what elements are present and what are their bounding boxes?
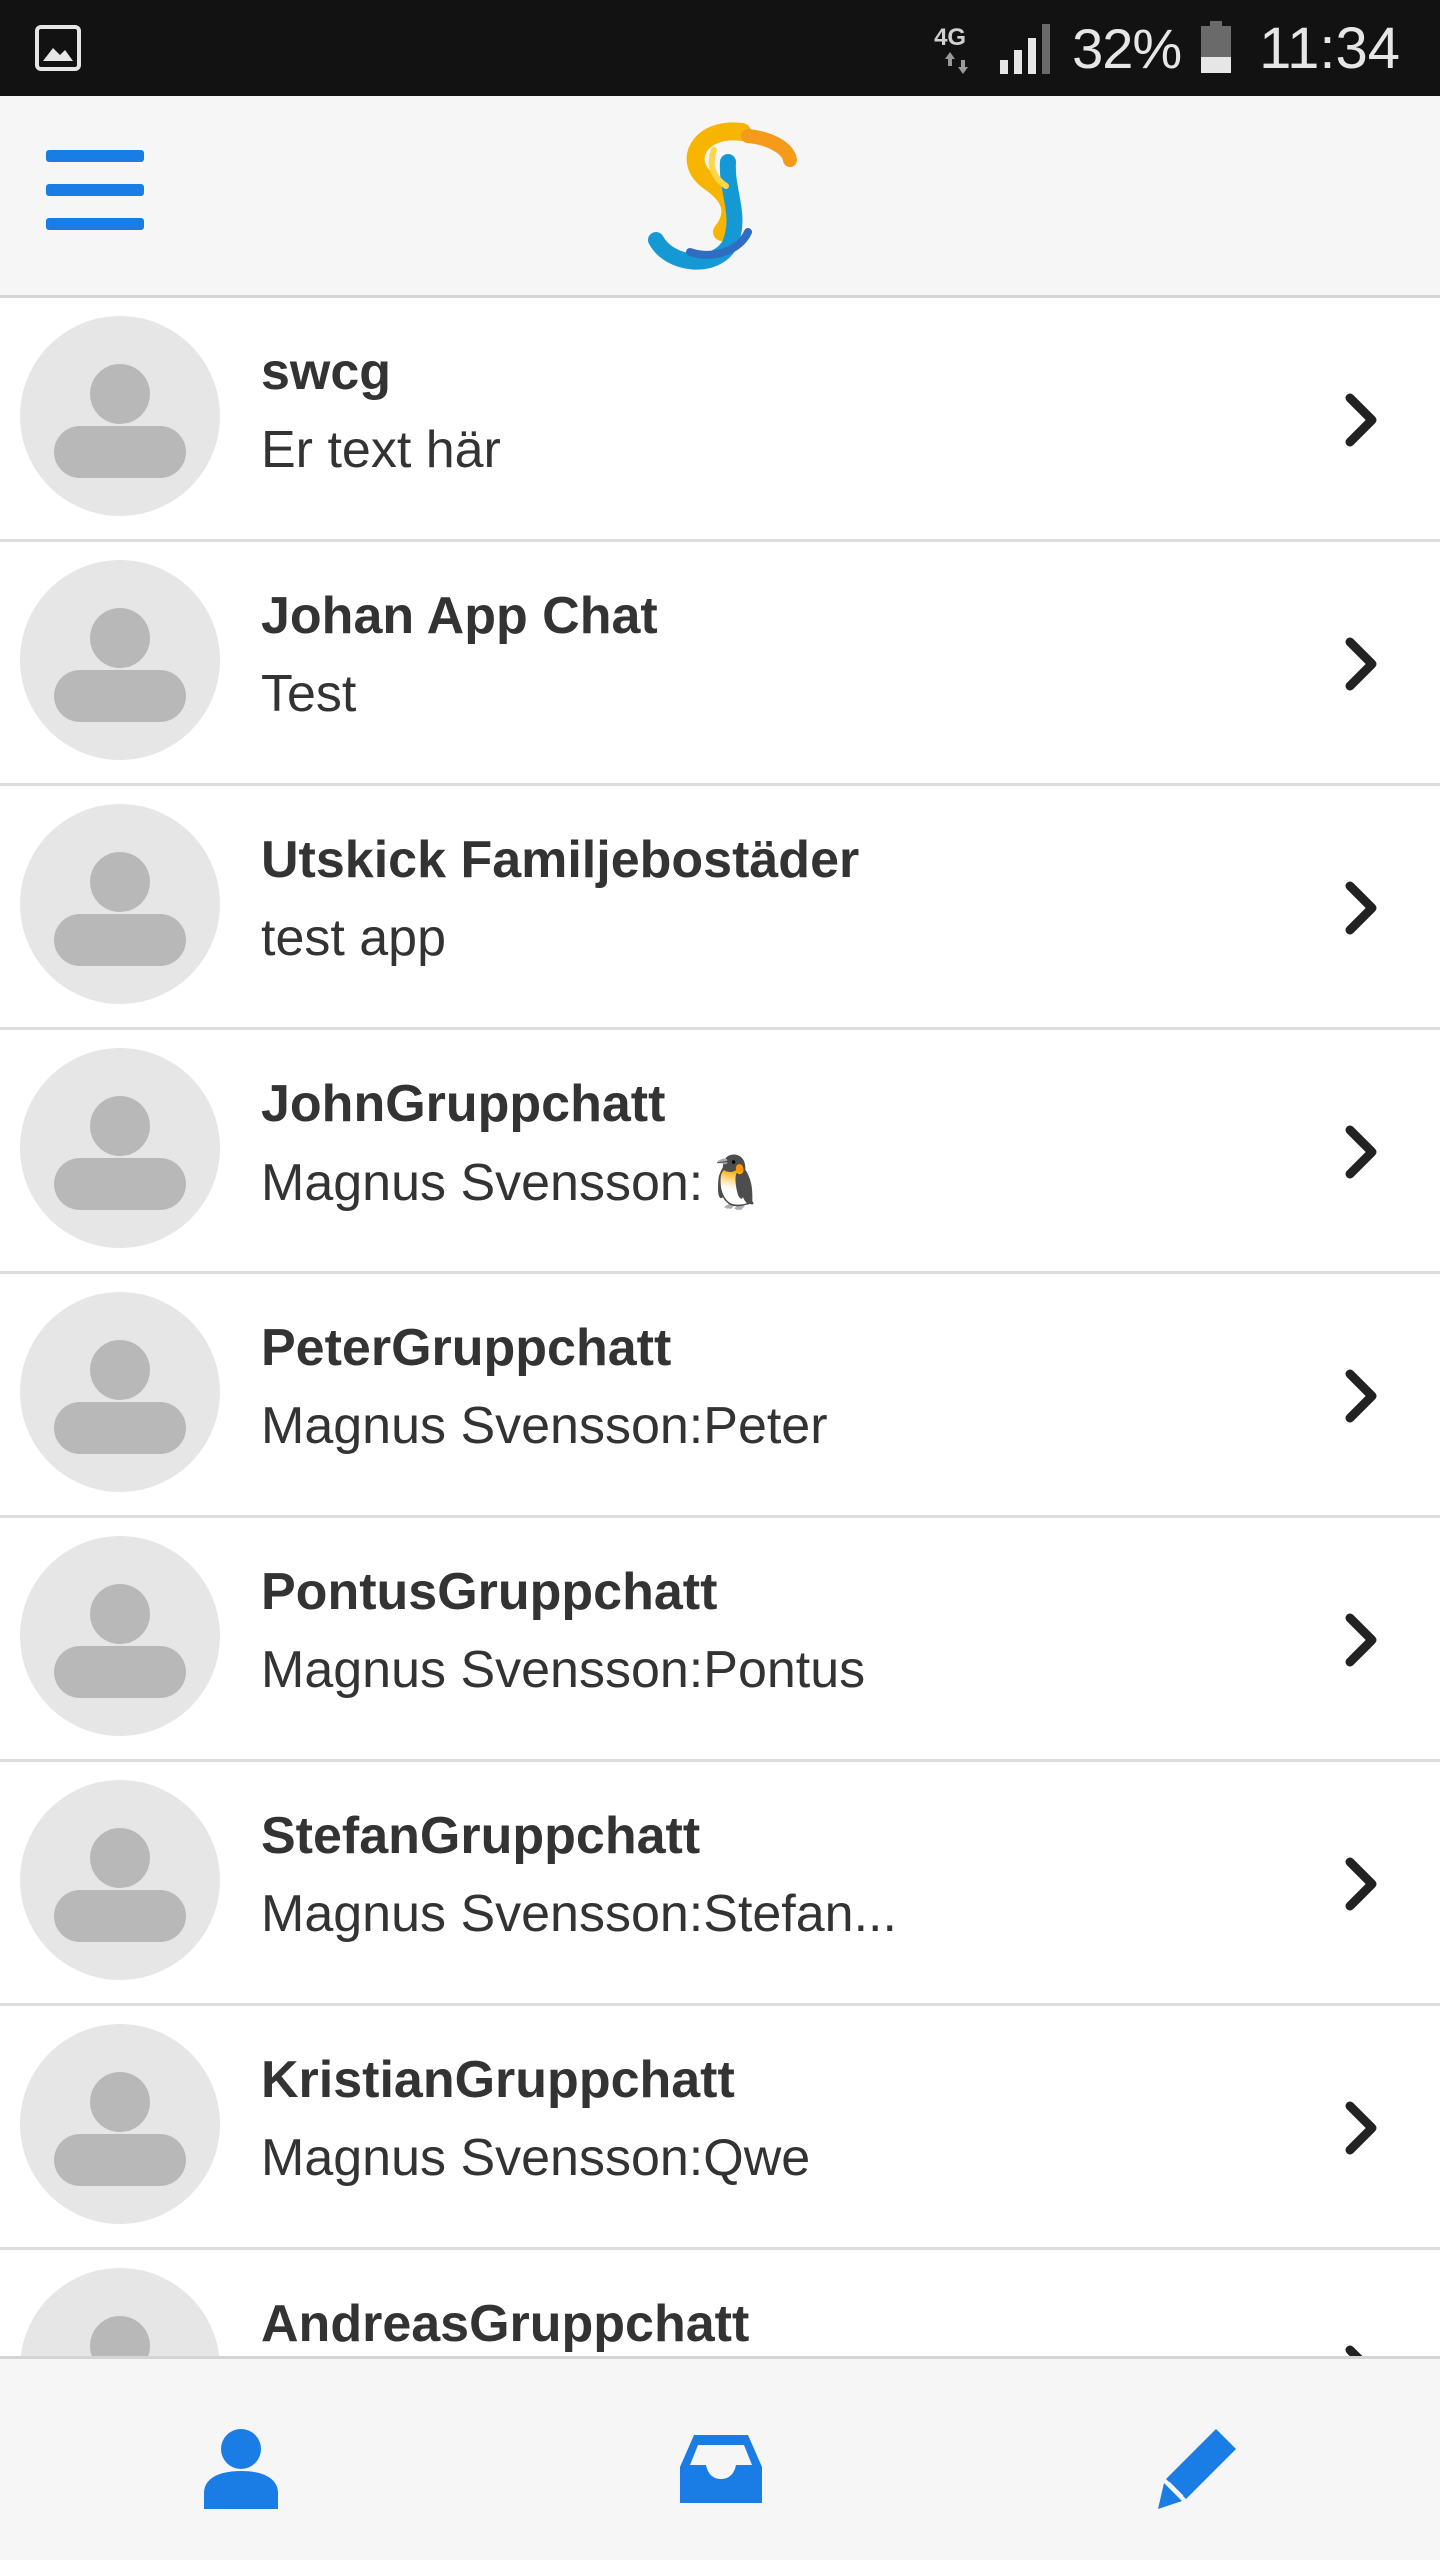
chat-preview: test app <box>261 909 447 967</box>
chevron-right-icon <box>1345 2345 1363 2356</box>
chat-title: StefanGruppchatt <box>261 1807 701 1865</box>
tab-contacts[interactable] <box>198 2425 284 2511</box>
chevron-right-icon <box>1345 1369 1377 1423</box>
chat-list-item[interactable]: StefanGruppchatt Magnus Svensson:Stefan.… <box>0 1762 1440 2006</box>
chat-preview: Magnus Svensson:🐧 <box>261 1154 768 1212</box>
chat-title: Johan App Chat <box>261 587 658 645</box>
tab-compose[interactable] <box>1154 2425 1240 2511</box>
signal-icon <box>1000 24 1051 74</box>
chat-preview: Magnus Svensson:Stefan... <box>261 1885 897 1943</box>
avatar <box>20 1780 220 1980</box>
chevron-right-icon <box>1345 2101 1377 2155</box>
chevron-right-icon <box>1345 881 1377 935</box>
chat-list-item[interactable]: swcg Er text här <box>0 298 1440 542</box>
status-bar: 4G 32% 11:34 <box>0 0 1440 96</box>
person-placeholder-icon <box>54 852 186 966</box>
avatar <box>20 804 220 1004</box>
chat-preview: Er text här <box>261 421 501 479</box>
inbox-icon <box>680 2435 762 2503</box>
chevron-right-icon <box>1345 393 1377 447</box>
person-placeholder-icon <box>54 1096 186 1210</box>
battery-icon <box>1201 21 1232 73</box>
chat-list-item[interactable]: PontusGruppchatt Magnus Svensson:Pontus <box>0 1518 1440 1762</box>
chat-title: PeterGruppchatt <box>261 1319 672 1377</box>
chat-title: AndreasGruppchatt <box>261 2295 750 2353</box>
person-placeholder-icon <box>54 608 186 722</box>
pencil-icon <box>1158 2429 1236 2509</box>
chat-list-item[interactable]: AndreasGruppchatt <box>0 2250 1440 2356</box>
chat-title: Utskick Familjebostäder <box>261 831 860 889</box>
chat-title: swcg <box>261 343 392 401</box>
chat-list-item[interactable]: Johan App Chat Test <box>0 542 1440 786</box>
avatar <box>20 2024 220 2224</box>
person-placeholder-icon <box>90 2316 150 2356</box>
chat-preview: Magnus Svensson:Peter <box>261 1397 828 1455</box>
avatar <box>20 560 220 760</box>
chevron-right-icon <box>1345 1857 1377 1911</box>
gallery-icon <box>35 25 81 71</box>
chat-list-item[interactable]: Utskick Familjebostäder test app <box>0 786 1440 1030</box>
chat-preview: Magnus Svensson:Qwe <box>261 2129 811 2187</box>
app-logo <box>648 122 797 270</box>
avatar <box>20 1048 220 1248</box>
chat-list-item[interactable]: KristianGruppchatt Magnus Svensson:Qwe <box>0 2006 1440 2250</box>
hamburger-menu-icon[interactable] <box>46 150 146 236</box>
chat-list-item[interactable]: PeterGruppchatt Magnus Svensson:Peter <box>0 1274 1440 1518</box>
battery-percentage: 32% <box>1072 16 1182 80</box>
chat-preview: Magnus Svensson:Pontus <box>261 1641 866 1699</box>
chat-title: KristianGruppchatt <box>261 2051 735 2109</box>
person-icon <box>204 2429 278 2509</box>
person-placeholder-icon <box>54 1340 186 1454</box>
chat-list: swcg Er text här Johan App Chat Test Uts… <box>0 298 1440 2356</box>
chevron-right-icon <box>1345 637 1377 691</box>
bottom-tab-bar <box>0 2356 1440 2560</box>
person-placeholder-icon <box>54 1828 186 1942</box>
network-type-label: 4G <box>934 24 967 51</box>
app-header <box>0 96 1440 298</box>
clock: 11:34 <box>1259 15 1400 81</box>
avatar <box>20 1292 220 1492</box>
tab-inbox[interactable] <box>678 2425 764 2511</box>
avatar <box>20 316 220 516</box>
network-type-indicator: 4G <box>934 18 980 78</box>
chat-title: JohnGruppchatt <box>261 1075 666 1133</box>
person-placeholder-icon <box>54 1584 186 1698</box>
chevron-right-icon <box>1345 1613 1377 1667</box>
chat-preview: Test <box>261 665 357 723</box>
avatar <box>20 1536 220 1736</box>
chat-title: PontusGruppchatt <box>261 1563 718 1621</box>
avatar <box>20 2268 220 2356</box>
person-placeholder-icon <box>54 2072 186 2186</box>
chevron-right-icon <box>1345 1125 1377 1179</box>
person-placeholder-icon <box>54 364 186 478</box>
chat-list-item[interactable]: JohnGruppchatt Magnus Svensson:🐧 <box>0 1030 1440 1274</box>
